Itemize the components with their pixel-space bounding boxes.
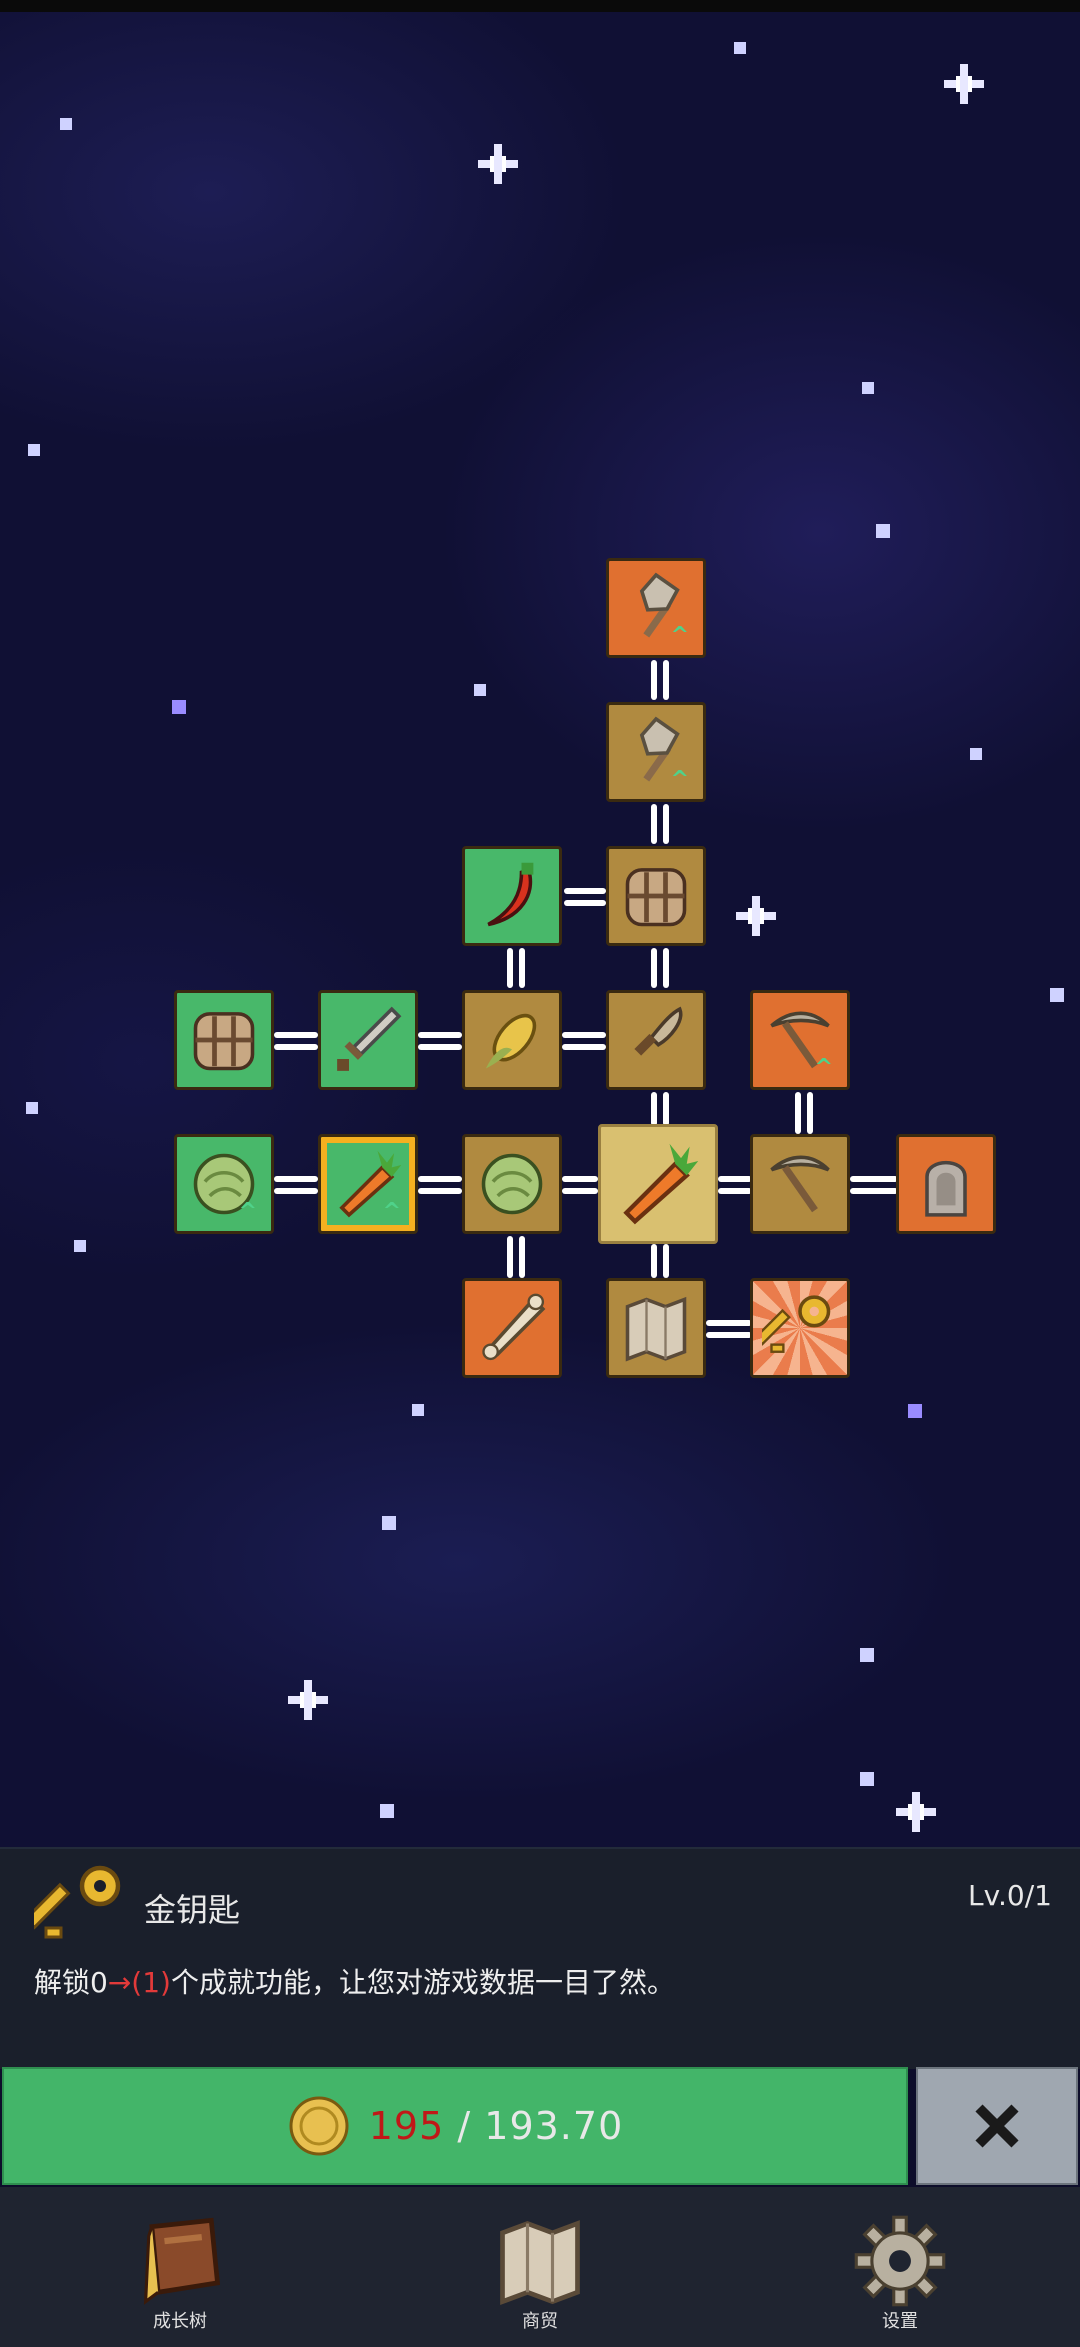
- tree-node-statue[interactable]: [896, 1134, 996, 1234]
- cabbage-icon: [481, 1153, 543, 1215]
- star: [1050, 988, 1064, 1002]
- nav-label: 设置: [882, 2311, 918, 2332]
- upgrade-arrow-icon: ^: [670, 767, 689, 792]
- desc-before: 解锁0: [34, 1966, 108, 1999]
- chili-icon: [487, 862, 534, 927]
- nav-growth-tree[interactable]: 成长树: [80, 2187, 280, 2347]
- nav-settings[interactable]: 设置: [800, 2187, 1000, 2347]
- star: [734, 42, 746, 54]
- star: [474, 684, 486, 696]
- upgrade-arrow-icon: ^: [382, 1199, 401, 1224]
- cost-separator: /: [457, 2104, 472, 2148]
- item-info-panel: 金钥匙 Lv.0/1 解锁0→(1)个成就功能，让您对游戏数据一目了然。: [0, 1847, 1080, 2069]
- star: [380, 1804, 394, 1818]
- tree-node-basket[interactable]: [606, 846, 706, 946]
- star: [876, 524, 890, 538]
- star: [970, 748, 982, 760]
- item-description: 解锁0→(1)个成就功能，让您对游戏数据一目了然。: [34, 1961, 675, 2001]
- statue-icon: [925, 1161, 967, 1217]
- tree-node-carrot-upgrade[interactable]: ^: [318, 1134, 418, 1234]
- desc-highlight: →(1): [107, 1966, 171, 1999]
- item-name: 金钥匙: [144, 1891, 241, 1929]
- tree-node-golden-key[interactable]: [750, 1278, 850, 1378]
- tree-node-corn[interactable]: [462, 990, 562, 1090]
- upgrade-arrow-icon: ^: [670, 623, 689, 648]
- purchase-button[interactable]: 195 / 193.70: [2, 2067, 908, 2185]
- star: [412, 1404, 424, 1416]
- close-x-icon: [975, 2104, 1019, 2148]
- knife-icon: [634, 1006, 683, 1056]
- gold-coin-icon: [289, 2096, 349, 2156]
- golden-key-icon: [762, 1295, 831, 1353]
- tree-node-knife[interactable]: [606, 990, 706, 1090]
- tree-node-carrot-center[interactable]: [598, 1124, 718, 1244]
- tree-node-pickaxe-upgrade[interactable]: ^: [750, 990, 850, 1090]
- tree-node-map[interactable]: [606, 1278, 706, 1378]
- currency-cost: 193.70: [484, 2104, 624, 2148]
- currency-owned: 195: [368, 2104, 445, 2148]
- gear-icon: [854, 2215, 946, 2307]
- star: [862, 382, 874, 394]
- tree-node-shovel-upgrade[interactable]: ^: [606, 558, 706, 658]
- tree-node-cabbage-left[interactable]: ^: [174, 1134, 274, 1234]
- star: [74, 1240, 86, 1252]
- star: [908, 1404, 922, 1418]
- map-icon: [500, 2220, 580, 2306]
- item-level: Lv.0/1: [968, 1879, 1052, 1912]
- close-button[interactable]: [916, 2067, 1078, 2185]
- tree-node-basket-left[interactable]: [174, 990, 274, 1090]
- basket-icon: [193, 1012, 255, 1071]
- map-icon: [625, 1296, 687, 1362]
- star: [860, 1648, 874, 1662]
- tree-node-bone[interactable]: [462, 1278, 562, 1378]
- upgrade-arrow-icon: ^: [814, 1055, 833, 1080]
- tree-node-pickaxe[interactable]: [750, 1134, 850, 1234]
- nav-label: 成长树: [153, 2311, 207, 2332]
- star: [26, 1102, 38, 1114]
- corn-icon: [485, 1013, 537, 1069]
- carrot-icon: [623, 1143, 699, 1225]
- star: [860, 1772, 874, 1786]
- golden-key-icon: [34, 1865, 121, 1939]
- bone-icon: [482, 1293, 546, 1361]
- sword-icon: [337, 1006, 402, 1071]
- bottom-navigation: 成长树 商贸 设置: [0, 2187, 1080, 2347]
- book-icon: [143, 2217, 221, 2305]
- star: [28, 444, 40, 456]
- purchase-cost: 195 / 193.70: [369, 2104, 624, 2148]
- tree-node-sword[interactable]: [318, 990, 418, 1090]
- desc-after: 个成就功能，让您对游戏数据一目了然。: [170, 1966, 675, 1999]
- basket-icon: [625, 868, 687, 927]
- nav-label: 商贸: [522, 2311, 558, 2332]
- tree-node-cabbage[interactable]: [462, 1134, 562, 1234]
- star: [60, 118, 72, 130]
- tree-node-chili[interactable]: [462, 846, 562, 946]
- pickaxe-icon: [770, 1155, 830, 1213]
- status-bar: [0, 0, 1080, 12]
- tree-node-shovel[interactable]: ^: [606, 702, 706, 802]
- star: [172, 700, 186, 714]
- nav-trade[interactable]: 商贸: [440, 2187, 640, 2347]
- star: [382, 1516, 396, 1530]
- upgrade-arrow-icon: ^: [238, 1199, 257, 1224]
